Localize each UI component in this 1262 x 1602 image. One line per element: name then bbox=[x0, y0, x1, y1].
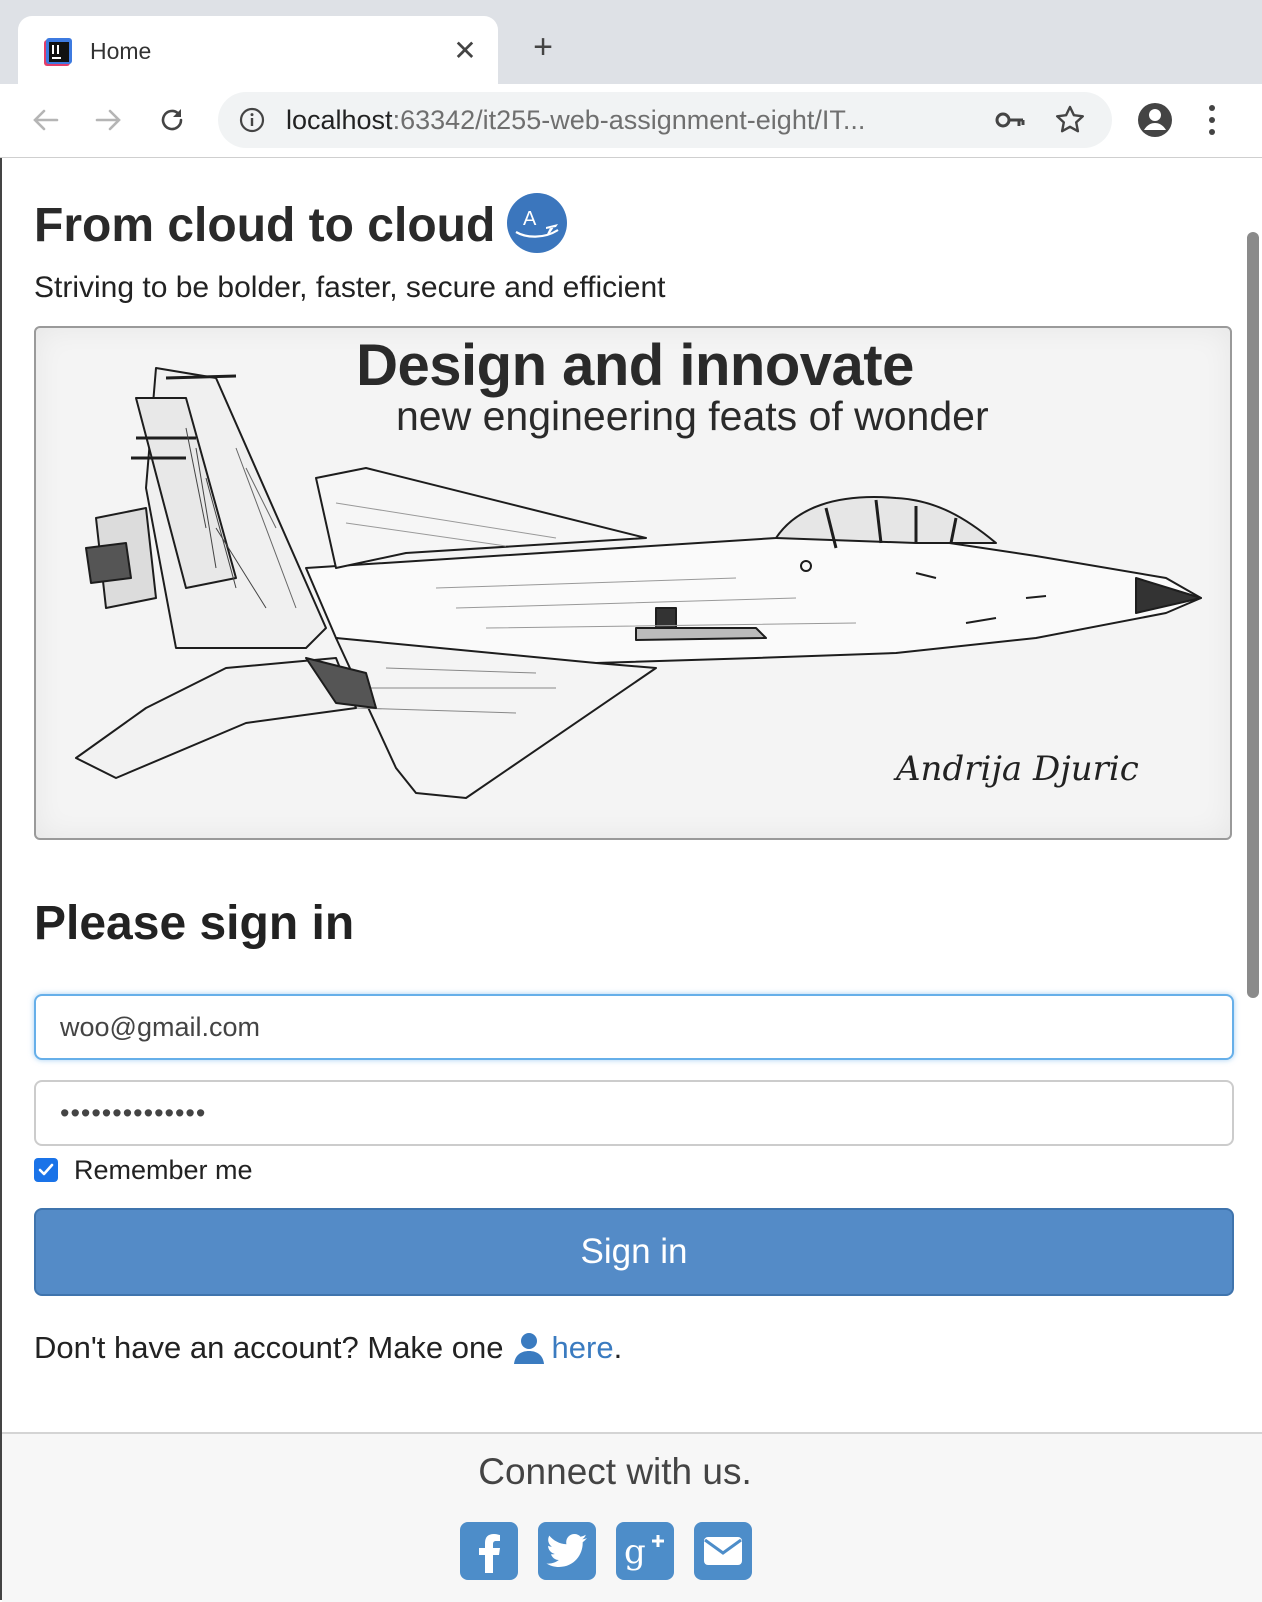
page-content: From cloud to cloud A Striving to be bol… bbox=[0, 158, 1262, 1602]
user-icon bbox=[513, 1333, 544, 1364]
footer-text: Connect with us. bbox=[478, 1451, 752, 1492]
signin-title: Please sign in bbox=[34, 897, 355, 950]
signup-prompt: Don't have an account? Make one here. bbox=[34, 1330, 622, 1366]
svg-text:A: A bbox=[523, 208, 537, 230]
reload-button[interactable] bbox=[152, 100, 192, 140]
tab-title: Home bbox=[90, 38, 152, 64]
hero-banner: Andrija Djuric Design and innovate new e… bbox=[34, 326, 1232, 840]
email-icon bbox=[704, 1537, 742, 1565]
profile-icon[interactable] bbox=[1136, 101, 1174, 139]
twitter-icon bbox=[546, 1534, 587, 1567]
address-url[interactable]: localhost:63342/it255-web-assignment-eig… bbox=[286, 105, 865, 135]
remember-me-checkbox[interactable]: Remember me bbox=[34, 1152, 253, 1188]
address-host: localhost bbox=[286, 105, 393, 135]
email-link[interactable] bbox=[694, 1522, 752, 1580]
reload-icon bbox=[161, 109, 183, 131]
hero-heading: Design and innovate bbox=[356, 333, 914, 398]
email-field[interactable] bbox=[34, 994, 1234, 1060]
address-path: :63342/it255-web-assignment-eight/IT... bbox=[392, 105, 866, 135]
browser-toolbar: localhost:63342/it255-web-assignment-eig… bbox=[0, 84, 1262, 158]
key-icon[interactable] bbox=[994, 106, 1026, 134]
menu-icon[interactable] bbox=[1204, 101, 1220, 139]
signup-suffix: . bbox=[613, 1330, 623, 1365]
facebook-link[interactable] bbox=[460, 1522, 518, 1580]
star-icon[interactable] bbox=[1054, 104, 1086, 136]
sign-in-button[interactable]: Sign in bbox=[34, 1208, 1234, 1296]
new-tab-button[interactable]: + bbox=[526, 30, 560, 64]
airline-logo-icon: A bbox=[507, 193, 567, 253]
check-icon bbox=[38, 1163, 54, 1176]
tab-close-icon[interactable]: ✕ bbox=[450, 36, 480, 66]
facebook-icon bbox=[479, 1534, 500, 1573]
twitter-link[interactable] bbox=[538, 1522, 596, 1580]
intellij-favicon-icon bbox=[44, 38, 72, 66]
google-plus-icon: g bbox=[624, 1532, 664, 1571]
info-icon[interactable] bbox=[238, 106, 266, 134]
hero-subheading: new engineering feats of wonder bbox=[396, 393, 989, 439]
signup-link[interactable]: here bbox=[552, 1330, 614, 1366]
forward-icon bbox=[95, 109, 121, 131]
address-bar[interactable]: localhost:63342/it255-web-assignment-eig… bbox=[218, 92, 1112, 148]
artist-signature: Andrija Djuric bbox=[893, 749, 1139, 789]
tab-strip: Home ✕ + bbox=[0, 0, 1262, 84]
checkbox-checked[interactable] bbox=[34, 1158, 58, 1182]
signup-prefix: Don't have an account? Make one bbox=[34, 1330, 504, 1365]
forward-button[interactable] bbox=[88, 100, 128, 140]
back-icon bbox=[33, 109, 59, 131]
site-title: From cloud to cloud bbox=[34, 199, 496, 252]
footer: Connect with us. g bbox=[2, 1432, 1262, 1602]
browser-tab[interactable]: Home ✕ bbox=[18, 16, 498, 84]
remember-me-label: Remember me bbox=[74, 1154, 253, 1185]
svg-text:g: g bbox=[624, 1532, 646, 1571]
back-button[interactable] bbox=[26, 100, 66, 140]
password-field[interactable] bbox=[34, 1080, 1234, 1146]
google-plus-link[interactable]: g bbox=[616, 1522, 674, 1580]
tagline: Striving to be bolder, faster, secure an… bbox=[34, 271, 666, 304]
scrollbar[interactable] bbox=[1247, 232, 1259, 998]
